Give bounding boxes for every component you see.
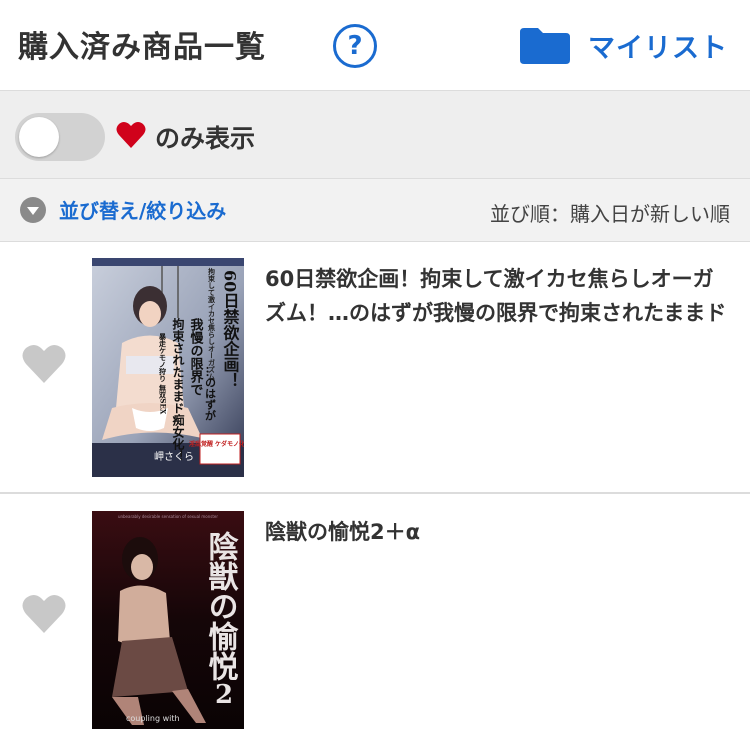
cover-text: 岬さくら: [154, 451, 194, 463]
chevron-down-circle-icon: [20, 196, 46, 223]
sort-filter-label: 並び替え/絞り込み: [59, 199, 227, 223]
folder-icon: [520, 27, 570, 64]
sort-filter-button[interactable]: 並び替え/絞り込み: [19, 195, 226, 224]
page-header: 購入済み商品一覧 ? マイリスト: [0, 0, 750, 90]
toggle-knob: [19, 117, 59, 157]
sort-bar: 並び替え/絞り込み 並び順：購入日が新しい順: [0, 179, 750, 242]
mylist-button[interactable]: マイリスト: [520, 26, 728, 65]
cover-text: 拘束して激イカセ焦らしオーガズム: [207, 267, 217, 380]
cover-text: 拘束されたままド痴女化！: [171, 317, 185, 462]
heart-icon: [116, 122, 146, 148]
cover-text: 暴走ケモノ狩り 無双SEX: [158, 332, 168, 415]
product-cover-image[interactable]: unbearably desirable sensation of sexual…: [92, 511, 244, 729]
cover-text: coupling with: [126, 714, 180, 723]
cover-text: 淫乱覚醒 ケダモノ化！: [189, 440, 244, 448]
list-item: unbearably desirable sensation of sexual…: [0, 494, 750, 734]
sort-order-text: 並び順：購入日が新しい順: [490, 202, 730, 226]
cover-text: 陰獣の愉悦: [203, 530, 239, 682]
list-item: 60日禁欲企画！ 拘束して激イカセ焦らしオーガズム …のはずが 我慢の限界で 拘…: [0, 242, 750, 494]
product-cover-image[interactable]: 60日禁欲企画！ 拘束して激イカセ焦らしオーガズム …のはずが 我慢の限界で 拘…: [92, 258, 244, 477]
heart-icon[interactable]: [22, 594, 66, 634]
filter-bar: のみ表示: [0, 90, 750, 179]
question-circle-icon: ?: [347, 31, 363, 61]
help-button[interactable]: ?: [333, 24, 377, 68]
favorites-only-label: のみ表示: [155, 124, 256, 153]
favorites-only-toggle[interactable]: [15, 113, 105, 161]
cover-text: …のはずが: [204, 366, 217, 421]
heart-icon[interactable]: [22, 344, 66, 384]
cover-text: unbearably desirable sensation of sexual…: [118, 514, 218, 519]
item-title[interactable]: 60日禁欲企画！拘束して激イカセ焦らしオーガズム！…のはずが我慢の限界で拘束され…: [265, 262, 733, 330]
item-title[interactable]: 陰獣の愉悦2＋α: [265, 515, 733, 549]
cover-text: 我慢の限界で: [188, 317, 204, 396]
page-title: 購入済み商品一覧: [18, 30, 266, 65]
mylist-label: マイリスト: [588, 33, 728, 64]
cover-text: 60日禁欲企画！: [221, 270, 241, 388]
cover-text: 2: [215, 680, 233, 710]
